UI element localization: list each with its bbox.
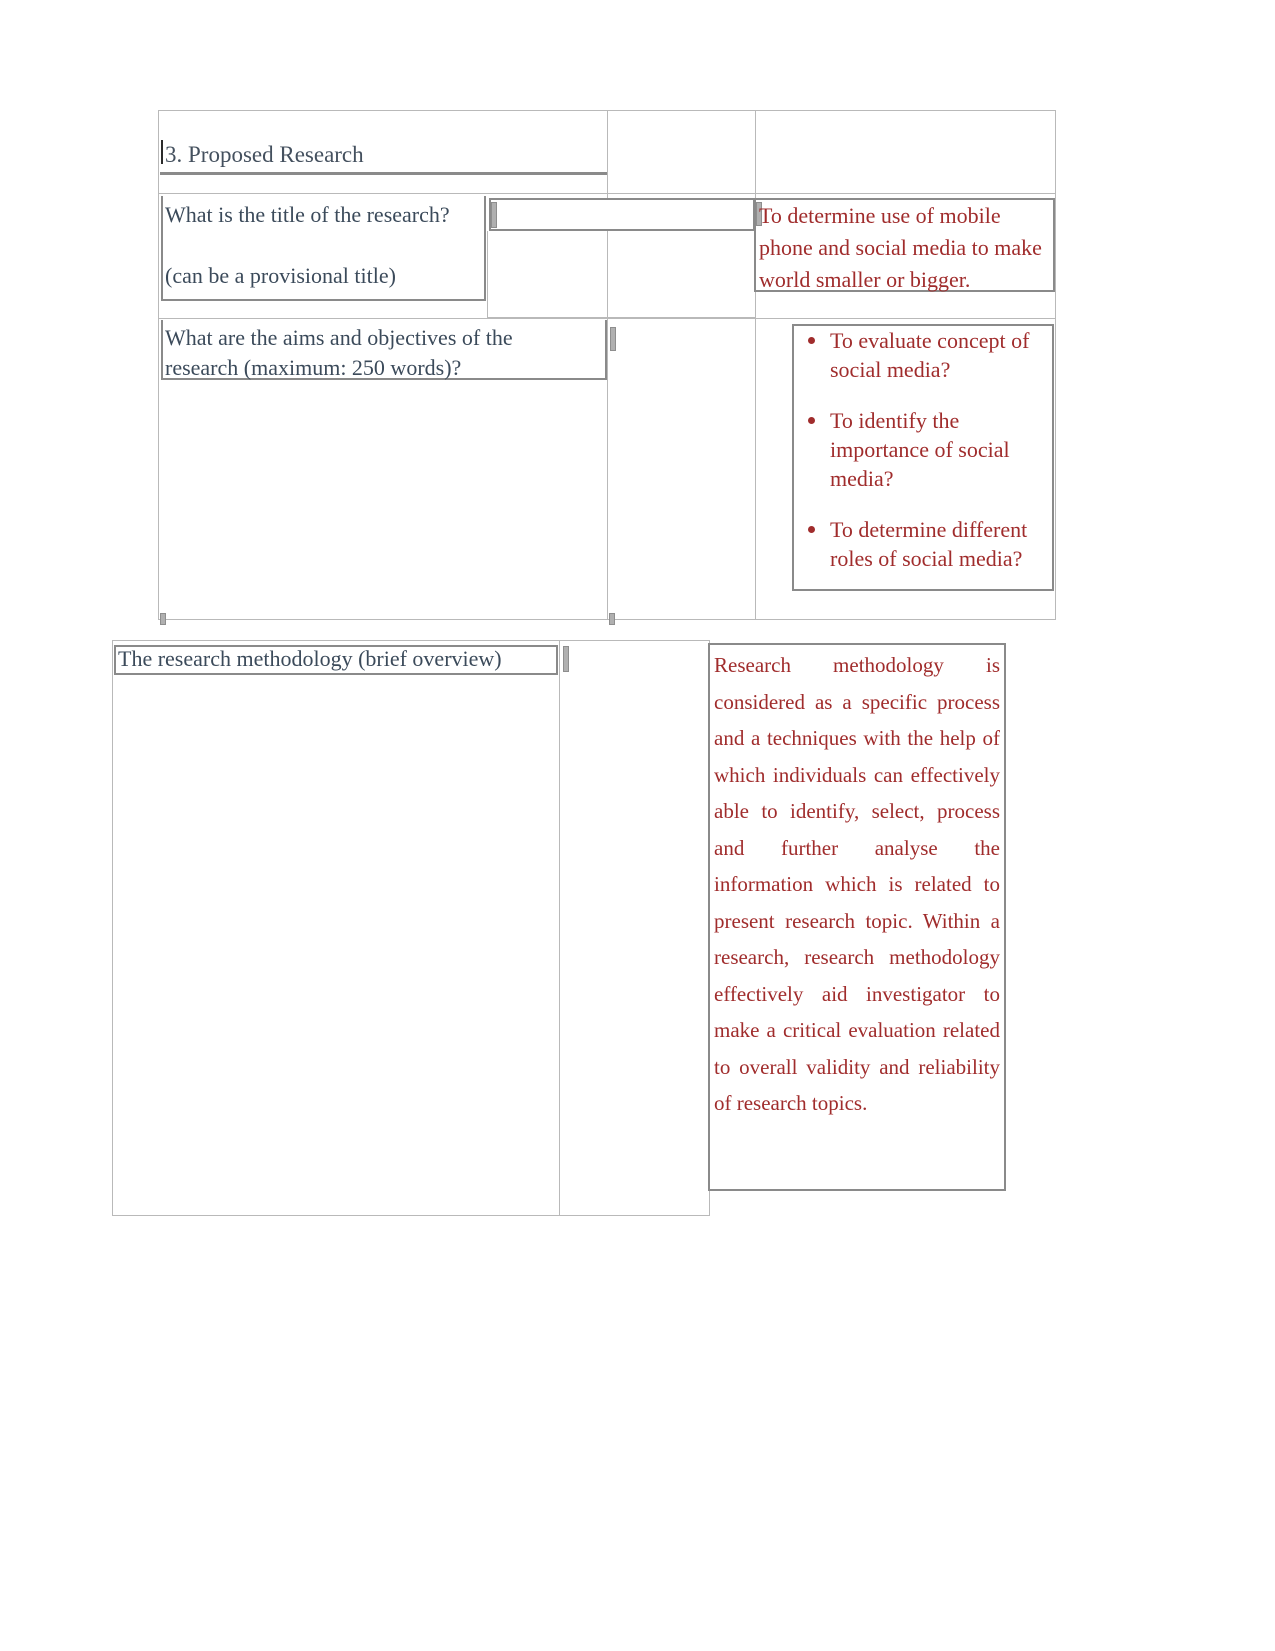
section-heading-box: 3. Proposed Research (160, 112, 607, 175)
table-two-grid-line-left (112, 640, 113, 1216)
table-one-grid-line-col2 (755, 110, 756, 620)
table-one-grid-line-left (158, 110, 159, 620)
research-title-middle-cell-handle[interactable] (491, 202, 497, 228)
table-one-grid-line-right (1055, 110, 1056, 620)
aims-middle-cell-handle[interactable] (610, 327, 616, 351)
list-item: To determine different roles of social m… (808, 515, 1052, 573)
section-heading-text: 3. Proposed Research (165, 142, 364, 167)
table-one-grid-line-row1 (158, 193, 1056, 194)
methodology-answer-box: Research methodology is considered as a … (708, 643, 1006, 1191)
aims-answer-box: To evaluate concept of social media? To … (792, 324, 1054, 591)
research-title-middle-cell-extension (487, 231, 755, 318)
section-heading-caret (161, 140, 163, 164)
table-one-bottom-handle-left[interactable] (160, 613, 166, 625)
list-item: To identify the importance of social med… (808, 406, 1052, 493)
research-title-question-line-1: What is the title of the research? (165, 202, 450, 227)
research-title-answer-text: To determine use of mobile phone and soc… (759, 203, 1042, 292)
research-title-middle-cell[interactable] (489, 198, 755, 231)
aims-answer-bullet-list: To evaluate concept of social media? To … (794, 326, 1052, 573)
table-two-grid-line-top (112, 640, 710, 641)
table-one-grid-line-bottom (158, 619, 1056, 620)
table-one-grid-line-row2 (158, 318, 1056, 319)
aims-middle-cell[interactable] (609, 321, 755, 619)
methodology-answer-text: Research methodology is considered as a … (714, 653, 1000, 1115)
table-two-grid-line-col1 (559, 640, 560, 1216)
methodology-question-text: The research methodology (brief overview… (118, 646, 502, 671)
research-title-question-line-2: (can be a provisional title) (165, 263, 396, 288)
table-one-grid-line-top (158, 110, 1056, 111)
table-two-grid-line-bottom (112, 1215, 710, 1216)
table-one-bottom-handle-mid[interactable] (609, 613, 615, 625)
list-item: To evaluate concept of social media? (808, 326, 1052, 384)
aims-question-line-1: What are the aims and objectives of the (165, 325, 513, 350)
methodology-middle-cell[interactable] (561, 676, 708, 1215)
methodology-question-handle[interactable] (563, 646, 569, 672)
aims-question-line-2: research (maximum: 250 words)? (165, 355, 462, 380)
document-page: 3. Proposed Research What is the title o… (0, 0, 1275, 1651)
